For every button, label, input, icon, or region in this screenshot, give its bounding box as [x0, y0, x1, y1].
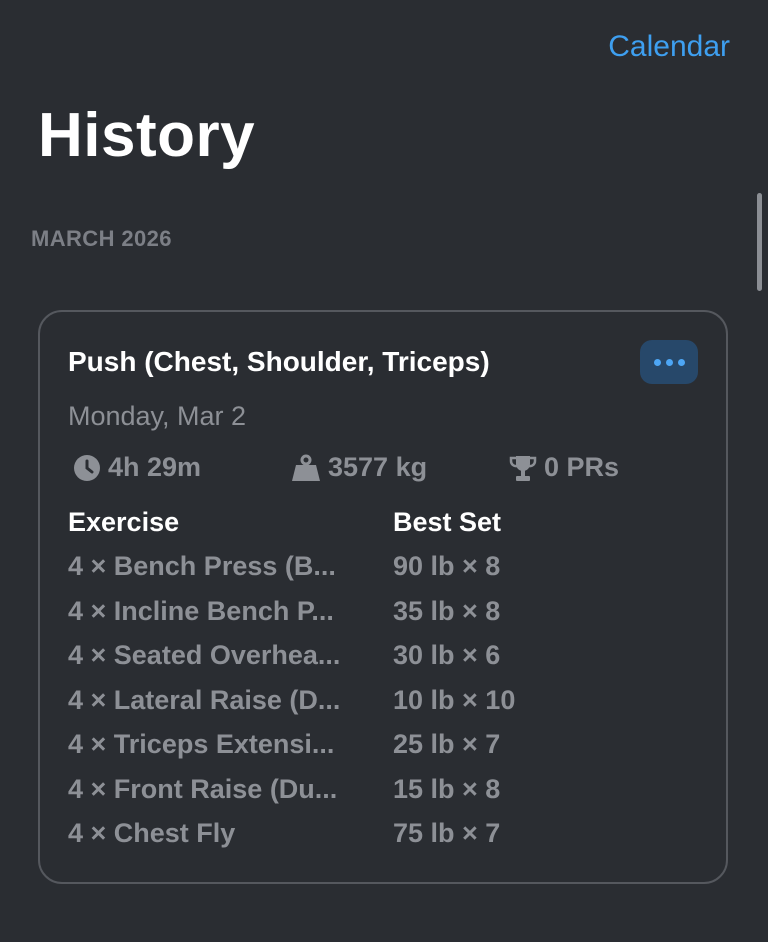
best-set-column-header: Best Set: [393, 507, 502, 537]
exercise-cell: 4 × Chest Fly: [68, 818, 236, 848]
table-row: 4 × Triceps Extensi... 25 lb × 7: [68, 729, 708, 769]
best-set-cell: 25 lb × 7: [393, 729, 501, 759]
ellipsis-icon-dot: [677, 358, 685, 366]
table-row: 4 × Chest Fly 75 lb × 7: [68, 818, 708, 858]
workout-title: Push (Chest, Shoulder, Triceps): [68, 346, 490, 377]
table-row: 4 × Lateral Raise (D... 10 lb × 10: [68, 685, 708, 725]
trophy-icon: [508, 453, 538, 483]
exercise-cell: 4 × Incline Bench P...: [68, 596, 334, 626]
best-set-cell: 90 lb × 8: [393, 551, 501, 581]
table-row: 4 × Seated Overhea... 30 lb × 6: [68, 640, 708, 680]
best-set-cell: 15 lb × 8: [393, 774, 501, 804]
workout-stats: 4h 29m 3577 kg 0 PRs: [72, 452, 712, 488]
duration-value: 4h 29m: [108, 452, 202, 482]
exercise-cell: 4 × Seated Overhea...: [68, 640, 341, 670]
page-title: History: [38, 101, 256, 170]
section-header-month: MARCH 2026: [31, 226, 172, 251]
clock-icon: [72, 453, 102, 483]
calendar-button[interactable]: Calendar: [608, 30, 730, 64]
table-row: 4 × Bench Press (B... 90 lb × 8: [68, 551, 708, 591]
volume-stat: 3577 kg: [290, 452, 427, 483]
table-row: 4 × Front Raise (Du... 15 lb × 8: [68, 774, 708, 814]
prs-value: 0 PRs: [544, 452, 620, 482]
volume-value: 3577 kg: [328, 452, 428, 482]
more-options-button[interactable]: [640, 340, 698, 384]
weight-icon: [290, 453, 322, 483]
ellipsis-icon-dot: [665, 358, 673, 366]
workout-card[interactable]: Push (Chest, Shoulder, Triceps) Monday, …: [38, 310, 728, 884]
exercise-cell: 4 × Triceps Extensi...: [68, 729, 335, 759]
duration-stat: 4h 29m: [72, 452, 201, 483]
exercise-cell: 4 × Lateral Raise (D...: [68, 685, 341, 715]
exercise-cell: 4 × Front Raise (Du...: [68, 774, 338, 804]
workout-date: Monday, Mar 2: [68, 401, 247, 431]
ellipsis-icon: [653, 358, 661, 366]
exercise-cell: 4 × Bench Press (B...: [68, 551, 336, 581]
scrollbar[interactable]: [757, 193, 762, 291]
best-set-cell: 30 lb × 6: [393, 640, 501, 670]
prs-stat: 0 PRs: [508, 452, 619, 483]
best-set-cell: 75 lb × 7: [393, 818, 501, 848]
best-set-cell: 10 lb × 10: [393, 685, 516, 715]
table-row: 4 × Incline Bench P... 35 lb × 8: [68, 596, 708, 636]
best-set-cell: 35 lb × 8: [393, 596, 501, 626]
exercise-column-header: Exercise: [68, 507, 180, 537]
